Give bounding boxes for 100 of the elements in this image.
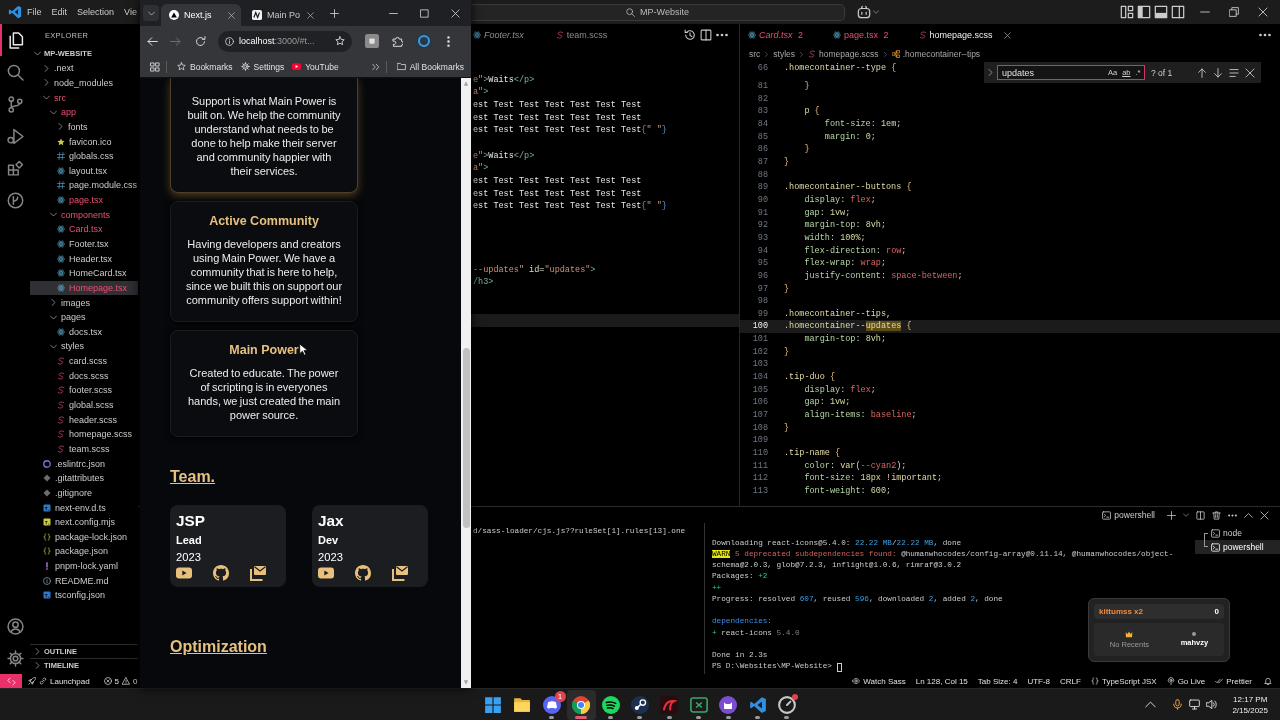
folder-tree-item[interactable]: fonts (30, 119, 138, 135)
microphone-icon[interactable] (1172, 699, 1184, 710)
file-tree-item[interactable]: README.md (30, 573, 138, 589)
chevron-up-icon[interactable] (1244, 510, 1253, 520)
network-icon[interactable] (1189, 699, 1201, 710)
status-bar-item[interactable]: CRLF (1055, 674, 1086, 688)
plus-icon[interactable] (1167, 510, 1176, 520)
mail-icon[interactable] (250, 565, 266, 581)
split-editor-icon[interactable] (700, 29, 712, 41)
menu-item[interactable]: Vie (119, 5, 142, 19)
close-icon[interactable] (1003, 31, 1011, 39)
file-tree-item[interactable]: Card.tsx (30, 222, 138, 237)
folder-tree-item[interactable]: styles (30, 339, 138, 354)
file-tree-item[interactable]: globals.css (30, 148, 138, 164)
browser-tab[interactable]: Main Po (244, 4, 320, 26)
double-chevron-icon[interactable] (371, 62, 380, 71)
status-bar-item[interactable]: Go Live (1161, 674, 1211, 688)
trash-icon[interactable] (1212, 510, 1221, 520)
reload-icon[interactable] (194, 35, 206, 47)
clock[interactable]: 12:17 PM 2/15/2025 (1232, 693, 1268, 716)
breadcrumb-item[interactable]: .homecontainer--tips (891, 49, 981, 59)
video-play-icon[interactable] (176, 565, 192, 581)
bookmark-star-icon[interactable] (335, 36, 345, 46)
arrow-up-icon[interactable] (1197, 67, 1207, 78)
close-icon[interactable] (228, 11, 235, 19)
puzzle-icon[interactable] (391, 35, 403, 47)
file-tree-item[interactable]: package-lock.json (30, 529, 138, 545)
close-icon[interactable] (451, 8, 460, 18)
folder-tree-item[interactable]: src (30, 90, 138, 105)
close-icon[interactable] (1260, 510, 1269, 520)
site-info-icon[interactable] (225, 36, 234, 46)
editor-tab[interactable]: team.scss (545, 24, 630, 46)
folder-tree-item[interactable]: app (30, 104, 138, 120)
status-bar-item[interactable]: Watch Sass (847, 674, 911, 688)
cat-icon[interactable] (355, 565, 371, 581)
bookmark-folder[interactable]: All Bookmarks (392, 59, 468, 74)
breadcrumb-item[interactable]: styles (773, 49, 796, 59)
layout-icon[interactable] (1120, 5, 1134, 19)
back-arrow-icon[interactable] (146, 35, 158, 47)
chat-menu-button[interactable] (857, 5, 879, 19)
file-tree-item[interactable]: global.scss (30, 397, 138, 413)
video-play-icon[interactable] (318, 565, 334, 581)
breadcrumb-item[interactable]: homepage.scss (808, 49, 879, 59)
speaker-icon[interactable] (1206, 699, 1218, 710)
file-tree-item[interactable]: Footer.tsx (30, 236, 138, 252)
split-icon[interactable] (1196, 510, 1205, 520)
file-tree-item[interactable]: HomeCard.tsx (30, 265, 138, 281)
file-tree-item[interactable]: pnpm-lock.yaml (30, 558, 138, 574)
file-tree-item[interactable]: page.module.css (30, 178, 138, 193)
file-tree-item[interactable]: header.scss (30, 412, 138, 427)
status-bar-item[interactable]: UTF-8 (1022, 674, 1056, 688)
menu-item[interactable]: File (22, 5, 47, 19)
new-tab-icon[interactable] (329, 8, 339, 18)
notifications-icon[interactable] (1264, 677, 1272, 685)
file-tree-item[interactable]: Homepage.tsx (30, 280, 138, 296)
editor-tab[interactable]: homepage.scss (910, 24, 1020, 46)
close-icon[interactable] (1257, 7, 1268, 17)
menu-item[interactable]: Selection (72, 5, 120, 19)
editor-tab[interactable]: page.tsx 2 (825, 24, 911, 46)
taskbar-button[interactable]: 1 (537, 689, 567, 720)
restore-icon[interactable] (1228, 7, 1239, 17)
arrow-down-icon[interactable] (1213, 67, 1223, 78)
close-icon[interactable] (307, 11, 314, 19)
file-tree-item[interactable]: homepage.scss (30, 427, 138, 442)
avatar-icon[interactable] (416, 33, 432, 49)
folder-tree-item[interactable]: pages (30, 309, 138, 325)
file-tree-item[interactable]: .gitignore (30, 485, 138, 501)
file-tree-item[interactable]: next-env.d.ts (30, 500, 138, 515)
folder-tree-item[interactable]: node_modules (30, 75, 138, 91)
sticky-scroll-line[interactable]: 66 .homecontainer--type { (740, 62, 897, 75)
find-in-selection-icon[interactable] (1229, 67, 1239, 78)
file-tree-item[interactable]: page.tsx (30, 192, 138, 208)
folder-tree-item[interactable]: .next (30, 61, 138, 76)
apps-grid-icon[interactable] (150, 61, 160, 72)
terminal-list-item[interactable]: powershell (1195, 540, 1280, 554)
panel-icon[interactable] (1154, 5, 1168, 19)
file-tree-item[interactable]: docs.tsx (30, 324, 138, 340)
widget-header[interactable]: kittumss x2 0 (1094, 604, 1224, 619)
maximize-icon[interactable] (420, 8, 429, 18)
status-bar-item[interactable]: Prettier (1210, 674, 1257, 688)
split-layout-icon[interactable] (1171, 5, 1185, 19)
chevron-up-icon[interactable] (1145, 699, 1157, 710)
folder-tree-item[interactable]: images (30, 295, 138, 310)
status-bar-item[interactable]: Ln 128, Col 15 (910, 674, 973, 688)
close-icon[interactable] (1245, 67, 1255, 78)
bookmark-item[interactable]: Settings (236, 59, 289, 74)
command-center-search[interactable]: MP-Website (471, 3, 845, 21)
breadcrumb-item[interactable]: src (749, 49, 761, 59)
folder-tree-item[interactable]: components (30, 207, 138, 223)
file-tree-item[interactable]: team.scss (30, 441, 138, 457)
file-tree-item[interactable]: favicon.ico (30, 134, 138, 149)
bookmark-item[interactable]: YouTube (288, 59, 343, 74)
bookmark-item[interactable]: Bookmarks (173, 59, 237, 74)
problems-status[interactable]: 5 0 (98, 674, 143, 688)
file-tree-item[interactable]: package.json (30, 544, 138, 559)
address-bar[interactable]: localhost:3000/#t... (218, 30, 352, 52)
file-tree-item[interactable]: card.scss (30, 353, 138, 369)
file-tree-item[interactable]: layout.tsx (30, 163, 138, 179)
file-tree-item[interactable]: tsconfig.json (30, 588, 138, 603)
scrollbar-thumb[interactable] (462, 348, 470, 528)
